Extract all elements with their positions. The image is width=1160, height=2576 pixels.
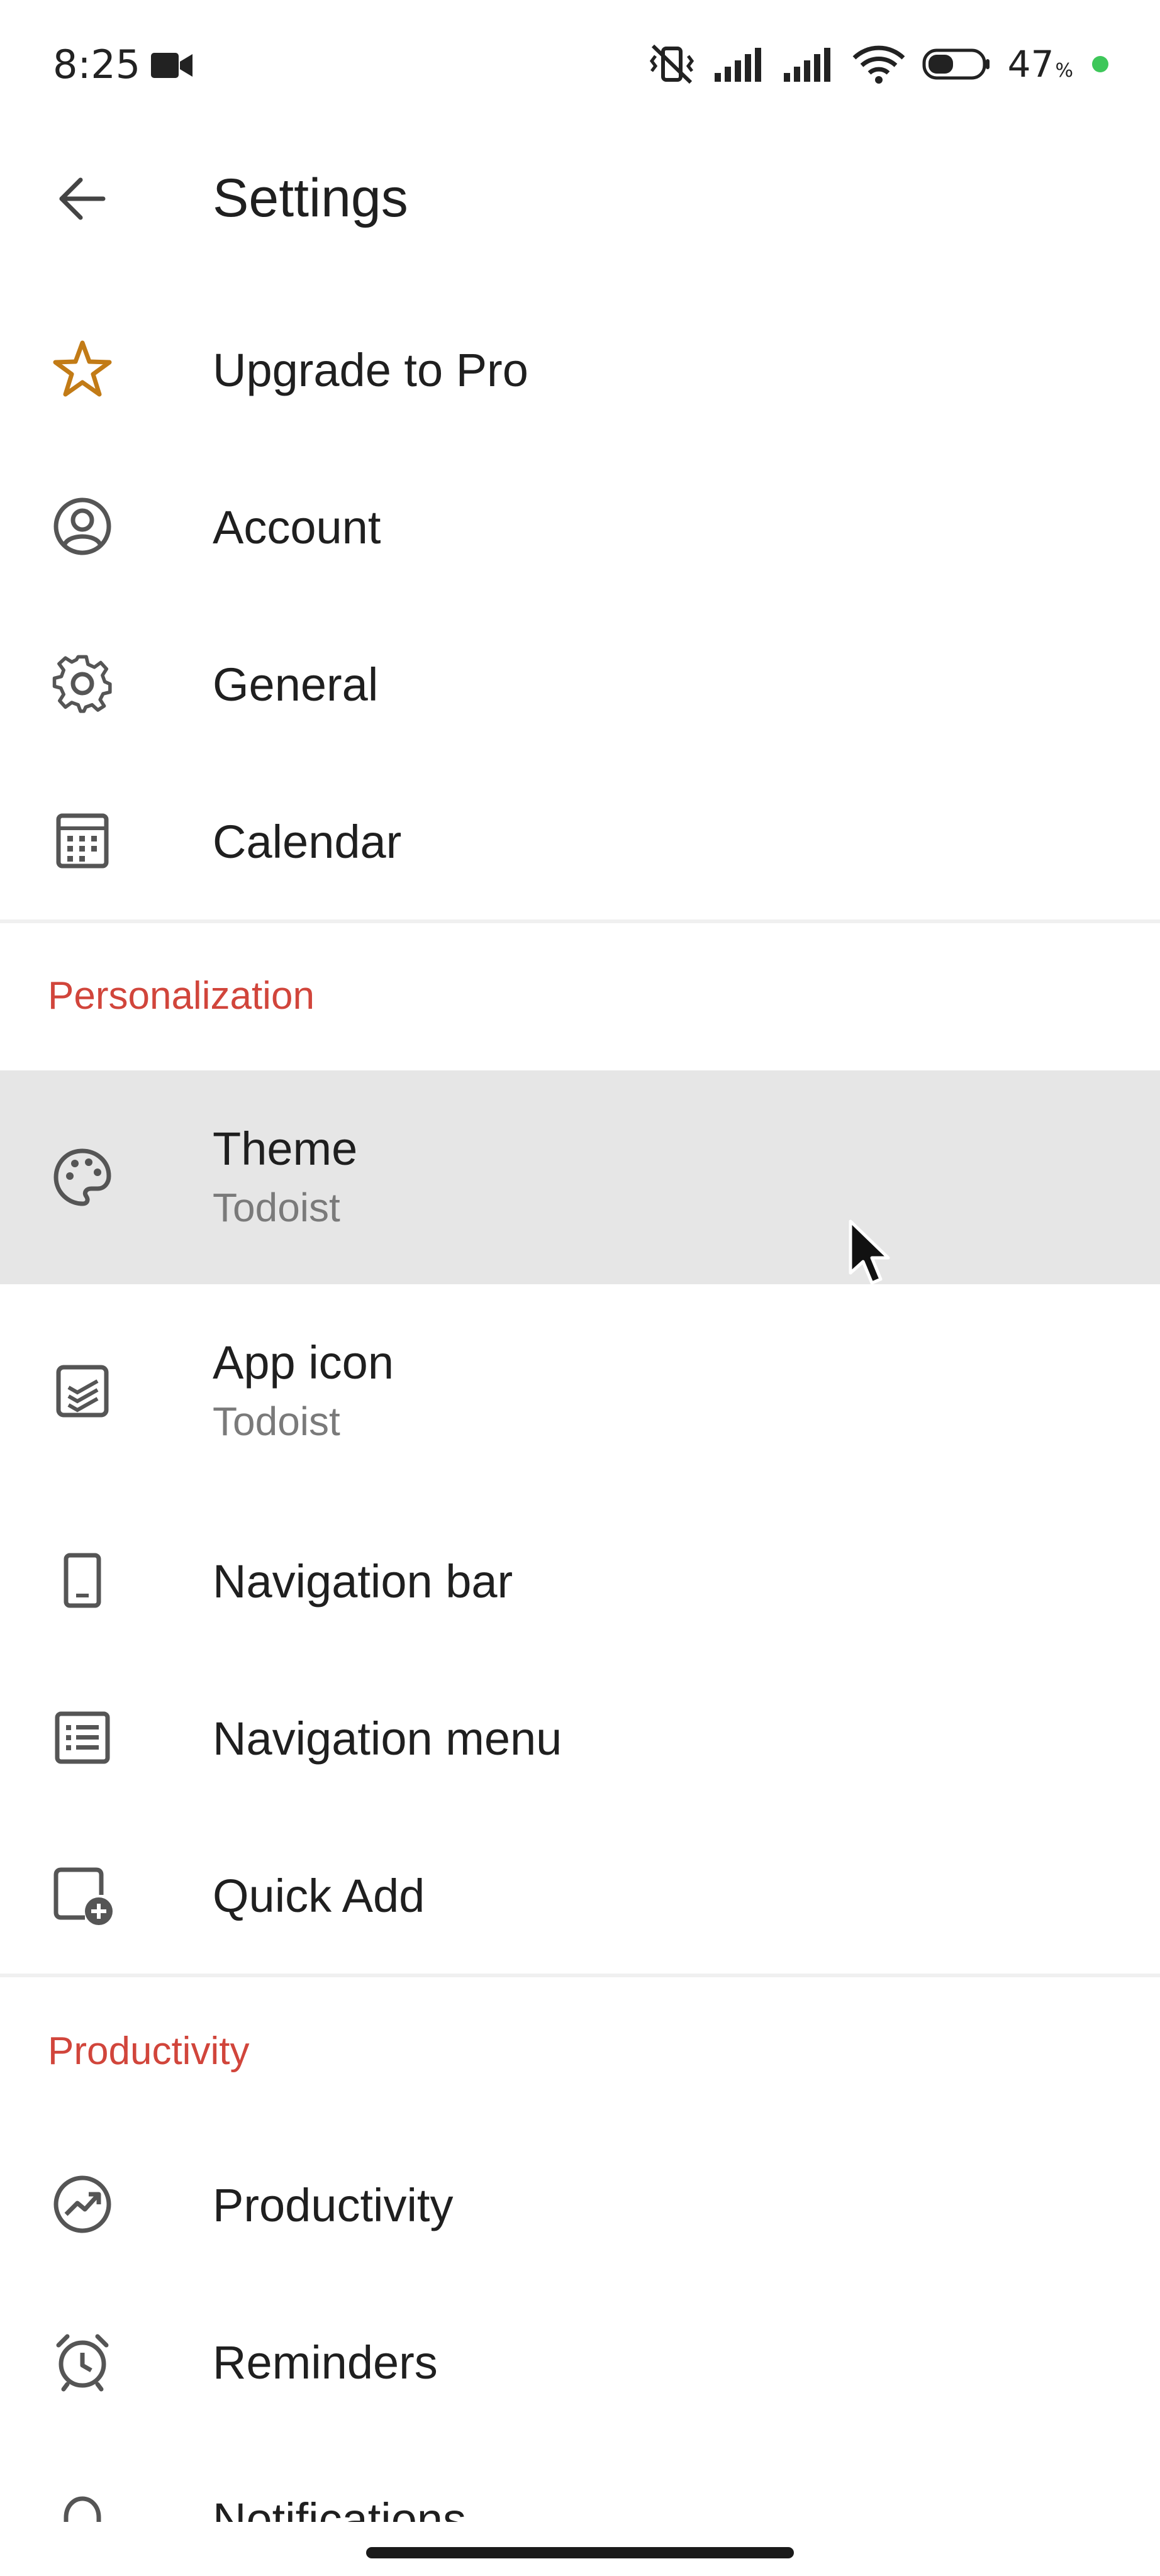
privacy-indicator-dot [1092,56,1108,72]
gear-icon [48,649,117,718]
settings-item-navigation-bar[interactable]: Navigation bar [0,1502,1160,1659]
phone-icon [48,1546,117,1615]
battery-icon [922,48,990,80]
settings-item-label: Quick Add [213,1870,425,1922]
settings-item-label: Calendar [213,816,402,868]
settings-item-label: Notifications [213,2494,467,2522]
signal-icon [714,48,761,82]
settings-item-app-icon[interactable]: App icon Todoist [0,1284,1160,1498]
settings-item-label: Navigation menu [213,1713,562,1765]
settings-item-label: Navigation bar [213,1555,513,1607]
settings-item-label: General [213,658,379,711]
battery-percent-unit: % [1055,60,1073,82]
settings-item-navigation-menu[interactable]: Navigation menu [0,1659,1160,1816]
alarm-icon [48,2327,117,2396]
battery-percent: 47% [1008,43,1073,86]
account-circle-icon [48,492,117,561]
status-bar: 8:25 47 % [0,0,1160,132]
settings-item-general[interactable]: General [0,605,1160,762]
app-bar: Settings [0,132,1160,264]
status-icons: 47% [647,39,1108,89]
settings-item-notifications-clip: Notifications [0,2440,1160,2522]
settings-item-calendar[interactable]: Calendar [0,762,1160,919]
settings-item-productivity[interactable]: Productivity [0,2126,1160,2283]
mouse-cursor-icon [849,1219,890,1285]
star-icon [48,335,117,404]
settings-item-label: Upgrade to Pro [213,344,528,396]
page-title: Settings [213,168,408,228]
settings-item-label: Account [213,501,381,553]
back-button[interactable] [44,161,120,236]
settings-item-value: Todoist [213,1185,340,1230]
battery-percent-value: 47 [1007,43,1054,86]
app-icon-icon [48,1357,117,1426]
settings-item-value: Todoist [213,1399,340,1444]
section-divider [0,1974,1160,1977]
settings-item-label: Reminders [213,2336,438,2389]
settings-item-label: App icon [213,1336,394,1389]
palette-icon [48,1143,117,1212]
settings-item-label: Productivity [213,2179,454,2231]
wifi-icon [852,45,905,84]
settings-item-quick-add[interactable]: Quick Add [0,1816,1160,1974]
signal-icon [783,48,830,82]
vibrate-off-icon [649,44,694,84]
add-task-icon [48,1860,117,1929]
list-icon [48,1703,117,1772]
bell-icon [48,2484,117,2522]
calendar-icon [48,806,117,875]
arrow-left-icon [59,177,106,220]
settings-item-upgrade[interactable]: Upgrade to Pro [0,291,1160,448]
section-header-personalization: Personalization [48,974,315,1018]
trend-icon [48,2170,117,2239]
settings-item-theme[interactable]: Theme Todoist [0,1070,1160,1284]
section-header-productivity: Productivity [48,2029,250,2073]
settings-item-account[interactable]: Account [0,448,1160,605]
settings-item-reminders[interactable]: Reminders [0,2283,1160,2440]
video-camera-icon [151,53,192,78]
settings-item-label: Theme [213,1123,358,1175]
gesture-handle[interactable] [366,2547,794,2558]
settings-item-notifications[interactable]: Notifications [0,2440,1160,2522]
status-time: 8:25 [53,42,141,87]
section-divider [0,919,1160,923]
